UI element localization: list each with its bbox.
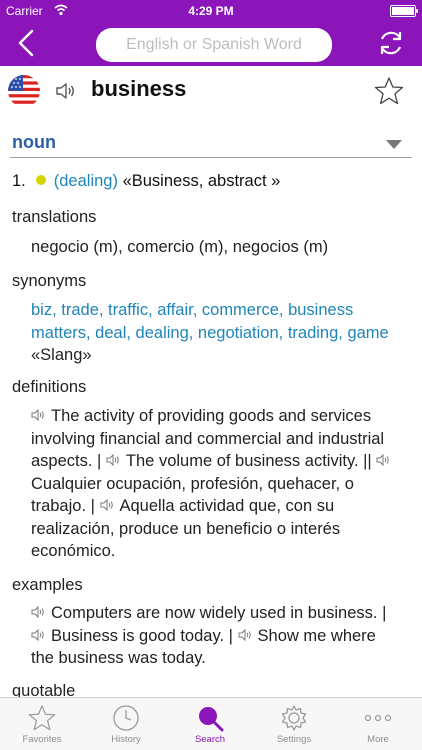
- more-dots-icon: [364, 714, 392, 722]
- sense-tags: «Business, abstract »: [122, 172, 281, 190]
- sense-domain[interactable]: (dealing): [54, 172, 118, 190]
- speaker-icon[interactable]: [31, 628, 45, 642]
- translations-heading: translations: [12, 208, 97, 226]
- example-separator: |: [382, 604, 387, 622]
- speaker-icon[interactable]: [106, 453, 120, 467]
- clock-icon: [113, 705, 139, 731]
- gear-icon: [281, 705, 307, 731]
- status-bar: Carrier 4:29 PM: [0, 0, 422, 20]
- synonyms-register: «Slang»: [31, 346, 92, 364]
- battery-icon: [390, 5, 418, 17]
- divider: [10, 157, 412, 158]
- speaker-icon[interactable]: [238, 628, 252, 642]
- speaker-icon[interactable]: [376, 453, 390, 467]
- synonym-links[interactable]: biz, trade, traffic, affair, commerce, b…: [31, 301, 389, 342]
- tab-history[interactable]: History: [84, 698, 168, 750]
- back-arrow-icon[interactable]: [14, 28, 38, 58]
- us-flag-icon[interactable]: [8, 75, 40, 107]
- definitions-block: The activity of providing goods and serv…: [31, 405, 401, 563]
- swap-language-icon[interactable]: [374, 26, 408, 60]
- synonyms-heading: synonyms: [12, 272, 87, 290]
- headword: business: [91, 76, 187, 101]
- search-input[interactable]: [96, 28, 332, 62]
- translations-text: negocio (m), comercio (m), negocios (m): [31, 238, 329, 256]
- tab-label: History: [111, 734, 141, 745]
- search-icon: [199, 707, 224, 732]
- definitions-heading: definitions: [12, 378, 87, 396]
- dropdown-triangle-icon[interactable]: [386, 140, 402, 149]
- favorite-star-icon[interactable]: [374, 76, 404, 106]
- clock: 4:29 PM: [188, 4, 234, 18]
- tab-label: Favorites: [22, 734, 62, 745]
- sense-line: 1. (dealing) «Business, abstract »: [12, 172, 280, 191]
- part-of-speech[interactable]: noun: [12, 132, 56, 153]
- pronounce-speaker-icon[interactable]: [54, 80, 76, 102]
- examples-heading: examples: [12, 576, 83, 594]
- speaker-icon[interactable]: [31, 408, 45, 422]
- example-separator: |: [228, 626, 233, 645]
- speaker-icon[interactable]: [100, 498, 114, 512]
- speaker-icon[interactable]: [31, 605, 45, 619]
- example-2: Business is good today.: [51, 626, 225, 645]
- sense-dot-icon: [35, 174, 46, 185]
- definition-2: The volume of business activity. ||: [125, 452, 372, 470]
- tab-settings[interactable]: Settings: [252, 698, 336, 750]
- top-bar: Carrier 4:29 PM: [0, 0, 422, 66]
- tab-label: More: [367, 734, 389, 745]
- synonyms-block: biz, trade, traffic, affair, commerce, b…: [31, 299, 401, 367]
- tab-label: Settings: [276, 734, 312, 745]
- tab-label: Search: [194, 734, 226, 745]
- tab-favorites[interactable]: Favorites: [0, 698, 84, 750]
- tab-search[interactable]: Search: [168, 698, 252, 750]
- tab-bar: Favorites History Search Settings More: [0, 697, 422, 750]
- star-icon: [28, 705, 56, 731]
- examples-block: Computers are now widely used in busines…: [31, 602, 401, 670]
- sense-number: 1.: [12, 172, 26, 190]
- example-1: Computers are now widely used in busines…: [51, 604, 378, 622]
- tab-more[interactable]: More: [336, 698, 420, 750]
